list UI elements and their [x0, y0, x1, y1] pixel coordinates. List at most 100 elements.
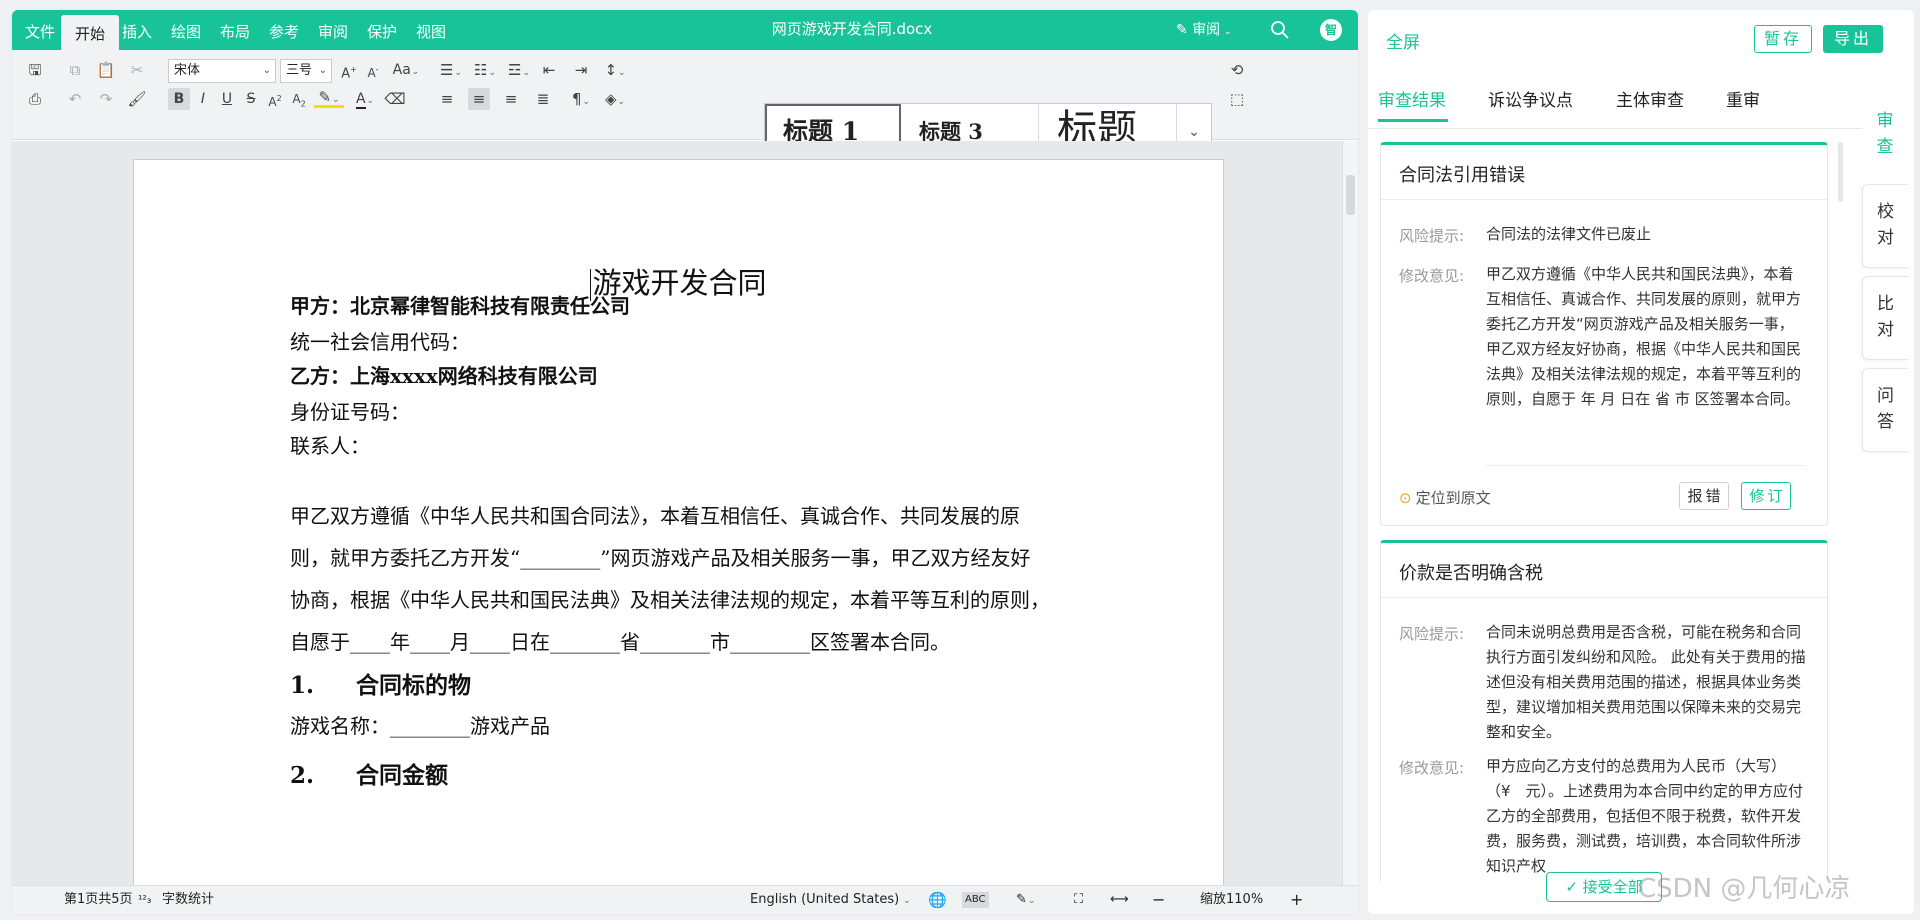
language-select[interactable]: English (United States) ⌄ [750, 886, 911, 914]
strikethrough-icon[interactable]: S [240, 88, 262, 110]
document-page[interactable]: 游戏开发合同 甲方：北京幂律智能科技有限责任公司 统一社会信用代码： 乙方：上海… [133, 159, 1224, 914]
edit-pen-icon: ✎ [1176, 22, 1193, 38]
align-left-icon[interactable]: ≡ [436, 88, 458, 110]
scrollbar-thumb[interactable] [1346, 175, 1355, 215]
avatar[interactable]: 智 [1320, 19, 1342, 41]
shading-icon[interactable]: ◈⌄ [600, 88, 630, 110]
font-size-value: 三号 [286, 63, 313, 78]
revise-button[interactable]: 修订 [1741, 482, 1791, 510]
font-color-icon[interactable]: A⌄ [350, 88, 380, 110]
vertical-scrollbar[interactable] [1342, 141, 1358, 885]
divider [1381, 597, 1827, 598]
change-case-icon[interactable]: Aa⌄ [389, 59, 423, 81]
format-painter-icon[interactable]: 🖌 [126, 88, 148, 110]
fullscreen-link[interactable]: 全屏 [1386, 28, 1420, 53]
tab-review-results[interactable]: 审查结果 [1378, 86, 1446, 111]
justify-icon[interactable]: ≣ [532, 88, 554, 110]
menu-insert[interactable]: 插入 [122, 10, 152, 50]
align-right-icon[interactable]: ≡ [500, 88, 522, 110]
globe-icon[interactable]: 🌐 [928, 886, 947, 914]
side-tab-char: 审 [1876, 111, 1894, 131]
copy-icon[interactable]: ⧉ [64, 59, 86, 81]
clear-format-icon[interactable]: ⌫ [384, 88, 406, 110]
highlight-icon[interactable]: ✎⌄ [314, 88, 344, 108]
suggestion-text: 甲方应向乙方支付的总费用为人民币（大写） （¥ 元）。上述费用为本合同中约定的甲… [1486, 757, 1809, 875]
menu-review[interactable]: 审阅 [318, 10, 348, 50]
word-count-button[interactable]: 字数统计 [162, 886, 214, 914]
review-result-list: 合同法引用错误 风险提示: 合同法的法律文件已废止 修改意见: 甲乙双方遵循《中… [1380, 142, 1828, 882]
menu-layout[interactable]: 布局 [220, 10, 250, 50]
fit-width-icon[interactable]: ⟷ [1110, 886, 1129, 914]
subscript-icon[interactable]: A2 [288, 88, 310, 110]
page-indicator[interactable]: 第1页共5页 [64, 886, 133, 914]
multilevel-list-icon[interactable]: ☲⌄ [504, 59, 534, 81]
align-center-icon[interactable]: ≡ [468, 88, 490, 110]
side-tab-char: 对 [1877, 320, 1894, 340]
fit-page-icon[interactable]: ⛶ [1074, 886, 1083, 914]
numbered-list-icon[interactable]: ☷⌄ [470, 59, 500, 81]
tab-re-review[interactable]: 重审 [1726, 86, 1760, 111]
search-icon[interactable] [1270, 20, 1290, 40]
results-scrollbar[interactable] [1838, 142, 1843, 202]
redo-icon[interactable]: ↷ [95, 88, 117, 110]
document-title: 网页游戏开发合同.docx [771, 20, 933, 38]
replace-icon[interactable]: ⟲ [1226, 59, 1248, 81]
decrease-indent-icon[interactable]: ⇤ [538, 59, 560, 81]
underline-icon[interactable]: U [216, 88, 238, 110]
bullet-list-icon[interactable]: ☰⌄ [436, 59, 466, 81]
review-mode-dropdown[interactable]: ✎ 审阅 ⌄ [1176, 10, 1232, 52]
menu-view[interactable]: 视图 [416, 10, 446, 50]
menu-draw[interactable]: 绘图 [171, 10, 201, 50]
side-tab-compare[interactable]: 比对 [1862, 276, 1908, 360]
font-family-select[interactable]: 宋体 ⌄ [168, 59, 276, 83]
tab-litigation-points[interactable]: 诉讼争议点 [1488, 86, 1573, 111]
double-check-icon: ✓ [1565, 878, 1583, 896]
print-icon[interactable]: ⎙ [24, 88, 46, 110]
italic-icon[interactable]: I [192, 88, 214, 110]
side-tab-proofread[interactable]: 校对 [1862, 184, 1908, 268]
shrink-font-icon[interactable]: A- [362, 59, 384, 81]
grow-font-icon[interactable]: A+ [338, 59, 360, 81]
menu-references[interactable]: 参考 [269, 10, 299, 50]
track-changes-icon[interactable]: ✎⌄ [1016, 886, 1035, 914]
review-card: 价款是否明确含税 风险提示: 合同未说明总费用是否含税，可能在税务和合同执行方面… [1380, 540, 1828, 882]
cut-icon[interactable]: ✂ [126, 59, 148, 81]
watermark: CSDN @几何心凉 [1638, 874, 1851, 904]
accept-all-label: 接受全部 [1582, 878, 1643, 896]
review-mode-label: 审阅 [1192, 22, 1221, 38]
menu-file[interactable]: 文件 [25, 10, 55, 50]
zoom-level[interactable]: 缩放110% [1200, 886, 1263, 914]
side-tab-review[interactable]: 审查 [1862, 94, 1908, 174]
menu-home[interactable]: 开始 [61, 15, 120, 50]
zoom-in-button[interactable]: + [1290, 886, 1303, 914]
side-tab-char: 校 [1877, 202, 1894, 222]
side-tab-char: 答 [1877, 412, 1894, 432]
game-name-line: 游戏名称：________游戏产品 [290, 714, 550, 738]
chevron-down-icon: ⌄ [262, 65, 271, 76]
menu-protect[interactable]: 保护 [367, 10, 397, 50]
locate-source-link[interactable]: ⊙ 定位到原文 [1399, 487, 1491, 508]
select-icon[interactable]: ⬚ [1226, 88, 1248, 110]
paragraph-line: 自愿于____年____月____日在_______省_______市_____… [290, 630, 950, 654]
side-tab-qa[interactable]: 问答 [1862, 368, 1908, 452]
paste-icon[interactable]: 📋 [95, 59, 117, 81]
save-icon[interactable]: 🖫 [24, 59, 46, 81]
risk-label: 风险提示: [1399, 625, 1465, 643]
increase-indent-icon[interactable]: ⇥ [570, 59, 592, 81]
section-heading-1: 1. 合同标的物 [290, 666, 471, 700]
line-spacing-icon[interactable]: ↕⌄ [600, 59, 630, 81]
superscript-icon[interactable]: A2 [264, 88, 286, 110]
tab-subject-review[interactable]: 主体审查 [1616, 86, 1684, 111]
save-draft-button[interactable]: 暂存 [1754, 25, 1812, 53]
report-error-button[interactable]: 报错 [1679, 482, 1729, 510]
paragraph-mark-icon[interactable]: ¶⌄ [566, 88, 596, 110]
spellcheck-icon[interactable]: ABC [962, 892, 989, 908]
undo-icon[interactable]: ↶ [64, 88, 86, 110]
zoom-out-button[interactable]: − [1152, 886, 1165, 914]
divider [1381, 199, 1827, 200]
editor-top-bar: 文件 开始 插入 绘图 布局 参考 审阅 保护 视图 网页游戏开发合同.docx… [12, 10, 1358, 50]
contact-line: 联系人： [290, 434, 370, 458]
export-button[interactable]: 导出 [1823, 25, 1883, 53]
font-size-select[interactable]: 三号 ⌄ [280, 59, 332, 83]
bold-icon[interactable]: B [168, 88, 190, 110]
